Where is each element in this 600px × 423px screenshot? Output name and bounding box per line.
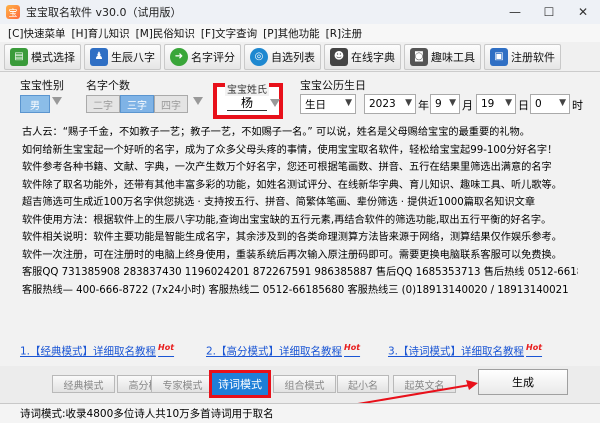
hour-unit: 时 (572, 99, 583, 112)
day-select[interactable]: 19 ▼ (476, 94, 516, 114)
year-unit: 年 (418, 99, 429, 112)
camera-icon: ◙ (410, 47, 428, 66)
people-icon: ♟ (90, 47, 108, 66)
intro-line: 软件除了取名功能外，还带有其他丰富多彩的功能，如姓名测试评分、在线新华字典、育儿… (22, 179, 562, 191)
name-count-two[interactable]: 二字 (86, 95, 120, 113)
mode-expert-button[interactable]: 专家模式 (151, 375, 214, 393)
title-bar: 宝 宝宝取名软件 v30.0（试用版） — ☐ ✕ (0, 0, 600, 24)
mode-classic-button[interactable]: 经典模式 (52, 375, 115, 393)
toolbar: ▤ 模式选择 ♟ 生辰八字 ➜ 名字评分 ◎ 自选列表 ☻ 在线字典 ◙ 趣味工… (0, 42, 600, 72)
intro-text-panel: 古人云：“赐子千金，不如教子一艺；教子一艺，不如赐子一名。” 可以说，姓名是父母… (10, 124, 590, 364)
year-select[interactable]: 2023 ▼ (364, 94, 416, 114)
globe-icon: ◎ (250, 47, 268, 66)
intro-line: 软件一次注册，可在注册时的电脑上终身使用，重装系统后再次输入原注册码即可。需要更… (22, 249, 562, 261)
hour-select[interactable]: 0 ▼ (530, 94, 570, 114)
tutorial-links: 1.【经典模式】详细取名教程 Hot 2.【高分模式】详细取名教程 Hot 3.【诗… (20, 343, 590, 359)
birth-chart-button[interactable]: ♟ 生辰八字 (84, 43, 161, 70)
surname-dropdown-arrow-icon[interactable] (270, 99, 280, 107)
menu-other[interactable]: [P]其他功能 (263, 26, 320, 41)
intro-line: 超吉筛选可生成近100万名字供您挑选 · 支持按五行、拼音、简繁体笔画、辈份筛选… (22, 197, 536, 208)
name-count-label: 名字个数 (86, 79, 130, 92)
mode-select-button[interactable]: ▤ 模式选择 (4, 43, 81, 70)
hot-badge: Hot (526, 343, 543, 352)
register-icon: ▣ (490, 47, 508, 66)
person-icon: ☻ (330, 47, 348, 66)
window-controls: — ☐ ✕ (498, 0, 600, 24)
menu-char-lookup[interactable]: [F]文字查询 (201, 26, 257, 41)
calendar-type-select[interactable]: 生日 ▼ (300, 94, 356, 114)
menu-parenting[interactable]: [H]育儿知识 (72, 26, 130, 41)
status-bar: 诗词模式:收录4800多位诗人共10万多首诗词用于取名 (0, 403, 600, 423)
name-count-selector: 二字 三字 四字 (86, 95, 188, 113)
birth-label: 宝宝公历生日 (300, 79, 366, 92)
mode-poetry-button[interactable]: 诗词模式 (209, 370, 271, 398)
tutorial-link-poetry[interactable]: 3.【诗词模式】详细取名教程 Hot (388, 343, 542, 359)
tutorial-link-classic[interactable]: 1.【经典模式】详细取名教程 Hot (20, 343, 174, 359)
menu-bar: [C]快速菜单 [H]育儿知识 [M]民俗知识 [F]文字查询 [P]其他功能 … (0, 24, 600, 42)
intro-line: 如何给新生宝宝起一个好听的名字，成为了众多父母头疼的事情，使用宝宝取名软件，轻松… (22, 144, 558, 156)
tutorial-link-high-score[interactable]: 2.【高分模式】详细取名教程 Hot (206, 343, 360, 359)
hot-badge: Hot (344, 343, 361, 352)
name-count-arrow-icon[interactable] (193, 97, 203, 105)
surname-label: 宝宝姓氏 (225, 81, 269, 96)
window-title: 宝宝取名软件 v30.0（试用版） (26, 6, 182, 19)
maximize-icon[interactable]: ☐ (532, 0, 566, 24)
name-score-button[interactable]: ➜ 名字评分 (164, 43, 241, 70)
support-contact-line: 客服QQ 731385908 283837430 1196024201 8722… (22, 267, 578, 278)
register-software-button[interactable]: ▣ 注册软件 (484, 43, 561, 70)
mode-combo-button[interactable]: 组合模式 (273, 375, 336, 393)
intro-line: 软件相关说明：软件主要功能是智能生成名字，其余涉及到的各类命理测算方法皆来源于网… (22, 232, 562, 243)
fun-tools-button[interactable]: ◙ 趣味工具 (404, 43, 481, 70)
mode-nickname-button[interactable]: 起小名 (337, 375, 389, 393)
mode-icon: ▤ (10, 47, 28, 66)
intro-line: 古人云：“赐子千金，不如教子一艺；教子一艺，不如赐子一名。” 可以说，姓名是父母… (22, 127, 530, 138)
month-select[interactable]: 9 ▼ (430, 94, 460, 114)
options-panel: 宝宝性别 男 名字个数 二字 三字 四字 宝宝姓氏 宝宝公历生日 生日▼ 202… (0, 73, 600, 123)
month-unit: 月 (462, 99, 473, 112)
mode-bar: 经典模式 高分模式 专家模式 诗词模式 组合模式 起小名 起英文名 生成 (0, 366, 600, 406)
name-count-three[interactable]: 三字 (120, 95, 154, 113)
custom-list-button[interactable]: ◎ 自选列表 (244, 43, 321, 70)
chevron-down-icon: ▼ (345, 98, 352, 108)
chevron-down-icon: ▼ (405, 98, 412, 108)
support-hotline-line: 客服热线— 400-666-8722 (7x24小时) 客服热线二 0512-6… (22, 284, 569, 296)
day-unit: 日 (518, 99, 529, 112)
hot-badge: Hot (158, 343, 175, 352)
sex-dropdown-arrow-icon[interactable] (52, 97, 62, 105)
generate-button[interactable]: 生成 (478, 369, 568, 395)
online-dictionary-button[interactable]: ☻ 在线字典 (324, 43, 401, 70)
close-icon[interactable]: ✕ (566, 0, 600, 24)
menu-quick[interactable]: [C]快速菜单 (8, 26, 66, 41)
chevron-down-icon: ▼ (505, 98, 512, 108)
menu-folk[interactable]: [M]民俗知识 (136, 26, 195, 41)
menu-register[interactable]: [R]注册 (326, 26, 363, 41)
mode-english-name-button[interactable]: 起英文名 (393, 375, 456, 393)
intro-line: 软件参考各种书籍、文献、字典，一次产生数万个好名字，您还可根据笔画数、拼音、五行… (22, 162, 552, 173)
chevron-down-icon: ▼ (559, 98, 566, 108)
intro-line: 软件使用方法：根据软件上的生辰八字功能,查询出宝宝缺的五行元素,再结合软件的筛选… (22, 214, 552, 226)
sex-label: 宝宝性别 (20, 79, 64, 92)
app-logo-icon: 宝 (6, 5, 20, 19)
arrow-right-icon: ➜ (170, 47, 188, 66)
name-count-four[interactable]: 四字 (154, 95, 188, 113)
sex-toggle[interactable]: 男 (20, 95, 50, 113)
minimize-icon[interactable]: — (498, 0, 532, 24)
chevron-down-icon: ▼ (449, 98, 456, 108)
surname-input[interactable] (227, 95, 267, 111)
